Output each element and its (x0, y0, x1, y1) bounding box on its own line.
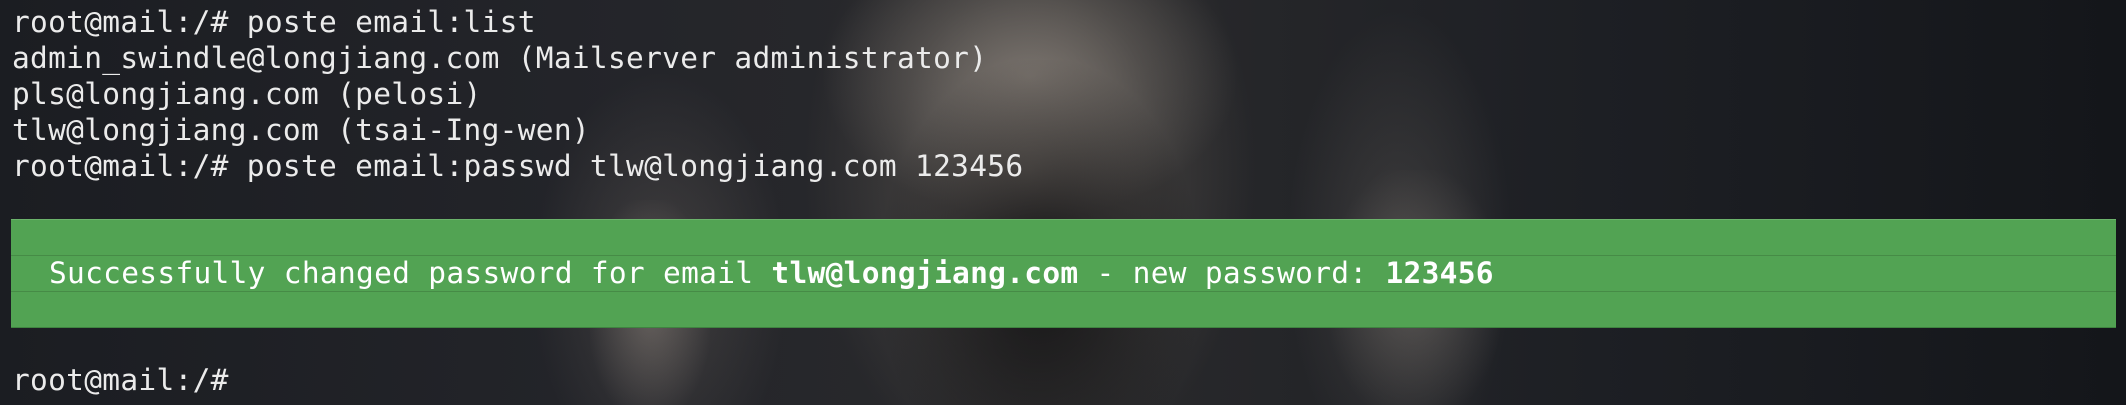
terminal-output-line: admin_swindle@longjiang.com (Mailserver … (12, 41, 988, 75)
success-message-email: tlw@longjiang.com (771, 256, 1079, 290)
banner-divider (11, 291, 2116, 292)
terminal-output-line: tlw@longjiang.com (tsai-Ing-wen) (12, 113, 590, 147)
success-message: Successfully changed password for email … (49, 255, 1494, 291)
terminal-output-line: pls@longjiang.com (pelosi) (12, 77, 482, 111)
terminal-window[interactable]: root@mail:/# poste email:list admin_swin… (0, 0, 2126, 405)
terminal-command-line: root@mail:/# poste email:list (12, 5, 536, 39)
background-photo-highlight (820, 0, 1240, 220)
success-message-middle: - new password: (1078, 256, 1386, 290)
terminal-prompt[interactable]: root@mail:/# (12, 362, 229, 398)
success-banner: Successfully changed password for email … (11, 219, 2116, 328)
success-message-password: 123456 (1385, 256, 1494, 290)
success-message-prefix: Successfully changed password for email (49, 256, 772, 290)
terminal-command-line: root@mail:/# poste email:passwd tlw@long… (12, 149, 1024, 183)
